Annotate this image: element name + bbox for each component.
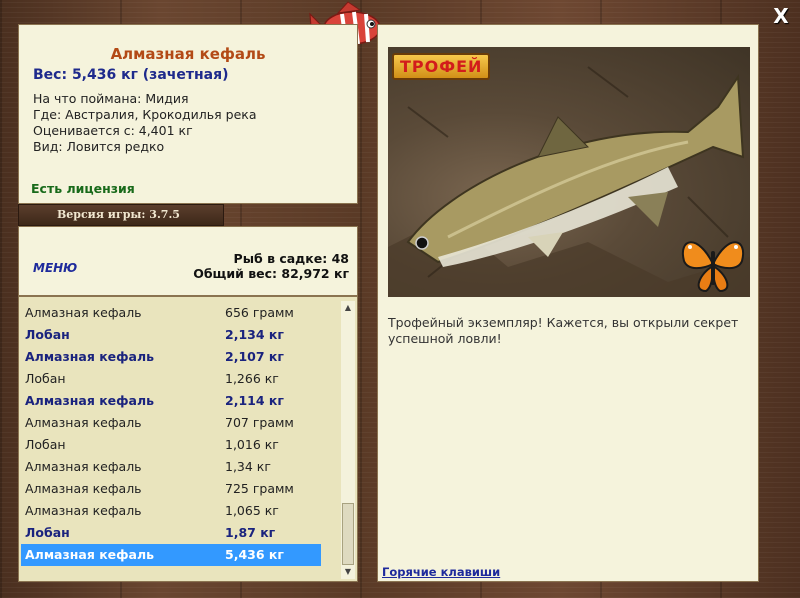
scroll-thumb[interactable] — [342, 503, 354, 565]
butterfly-icon — [681, 241, 745, 293]
total-weight: Общий вес: 82,972 кг — [193, 266, 349, 281]
fish-name-cell: Алмазная кефаль — [25, 503, 142, 518]
valuation-text: Оценивается с: 4,401 кг — [33, 123, 193, 138]
license-status: Есть лицензия — [31, 181, 135, 196]
fish-count: Рыб в садке: 48 — [233, 251, 349, 266]
fish-name-cell: Лобан — [25, 327, 70, 342]
catch-info-panel: Алмазная кефаль Вес: 5,436 кг (зачетная)… — [18, 24, 358, 204]
fish-name: Алмазная кефаль — [110, 45, 266, 63]
list-item[interactable]: Лобан 1,87 кг — [21, 522, 321, 544]
fish-weight-cell: 2,134 кг — [225, 327, 284, 342]
fish-name-cell: Алмазная кефаль — [25, 349, 155, 364]
fish-weight-cell: 1,065 кг — [225, 503, 279, 518]
menu-button[interactable]: МЕНЮ — [33, 261, 77, 275]
catch-list[interactable]: Алмазная кефаль 656 грамм Лобан 2,134 кг Алм… — [18, 296, 358, 582]
location-text: Где: Австралия, Крокодилья река — [33, 107, 257, 122]
fish-name-cell: Алмазная кефаль — [25, 415, 142, 430]
list-item[interactable]: Алмазная кефаль 1,34 кг — [21, 456, 321, 478]
fish-name-cell: Алмазная кефаль — [25, 305, 142, 320]
fish-weight-cell: 656 грамм — [225, 305, 294, 320]
rarity-text: Вид: Ловится редко — [33, 139, 165, 154]
list-item[interactable]: Алмазная кефаль 707 грамм — [21, 412, 321, 434]
fish-weight-cell: 1,266 кг — [225, 371, 279, 386]
hotkeys-link[interactable]: Горячие клавиши — [382, 565, 500, 579]
list-scrollbar[interactable]: ▲ ▼ — [341, 301, 355, 579]
trophy-fish-image: ТРОФЕЙ — [388, 47, 750, 297]
stats-panel: МЕНЮ Рыб в садке: 48 Общий вес: 82,972 к… — [18, 226, 358, 296]
list-item[interactable]: Алмазная кефаль 725 грамм — [21, 478, 321, 500]
list-item[interactable]: Алмазная кефаль 2,107 кг — [21, 346, 321, 368]
list-item[interactable]: Лобан 2,134 кг — [21, 324, 321, 346]
fish-weight-cell: 725 грамм — [225, 481, 294, 496]
fish-name-cell: Алмазная кефаль — [25, 393, 155, 408]
fish-weight-cell: 1,016 кг — [225, 437, 279, 452]
fish-weight: Вес: 5,436 кг (зачетная) — [33, 67, 229, 83]
fish-name-cell: Алмазная кефаль — [25, 459, 142, 474]
bait-text: На что поймана: Мидия — [33, 91, 189, 106]
close-button[interactable]: X — [768, 4, 794, 28]
list-item[interactable]: Алмазная кефаль 656 грамм — [21, 302, 321, 324]
fish-weight-cell: 1,34 кг — [225, 459, 271, 474]
fish-name-cell: Лобан — [25, 371, 66, 386]
list-item[interactable]: Алмазная кефаль 2,114 кг — [21, 390, 321, 412]
scroll-up-icon[interactable]: ▲ — [341, 301, 355, 315]
trophy-panel: ТРОФЕЙ Трофейный экземпляр! Кажется, вы … — [377, 24, 759, 582]
fish-name-cell: Алмазная кефаль — [25, 481, 142, 496]
trophy-badge: ТРОФЕЙ — [392, 53, 491, 80]
game-version: Версия игры: 3.7.5 — [18, 204, 224, 226]
scroll-down-icon[interactable]: ▼ — [341, 565, 355, 579]
fish-name-cell: Алмазная кефаль — [25, 547, 155, 562]
list-item[interactable]: Алмазная кефаль 5,436 кг — [21, 544, 321, 566]
list-item[interactable]: Лобан 1,016 кг — [21, 434, 321, 456]
fish-name-cell: Лобан — [25, 437, 66, 452]
list-item[interactable]: Алмазная кефаль 1,065 кг — [21, 500, 321, 522]
fish-weight-cell: 2,107 кг — [225, 349, 284, 364]
fish-weight-cell: 707 грамм — [225, 415, 294, 430]
fish-weight-cell: 5,436 кг — [225, 547, 284, 562]
trophy-description: Трофейный экземпляр! Кажется, вы открыли… — [388, 315, 739, 346]
fish-weight-cell: 2,114 кг — [225, 393, 284, 408]
fish-weight-cell: 1,87 кг — [225, 525, 276, 540]
fish-name-cell: Лобан — [25, 525, 70, 540]
list-item[interactable]: Лобан 1,266 кг — [21, 368, 321, 390]
